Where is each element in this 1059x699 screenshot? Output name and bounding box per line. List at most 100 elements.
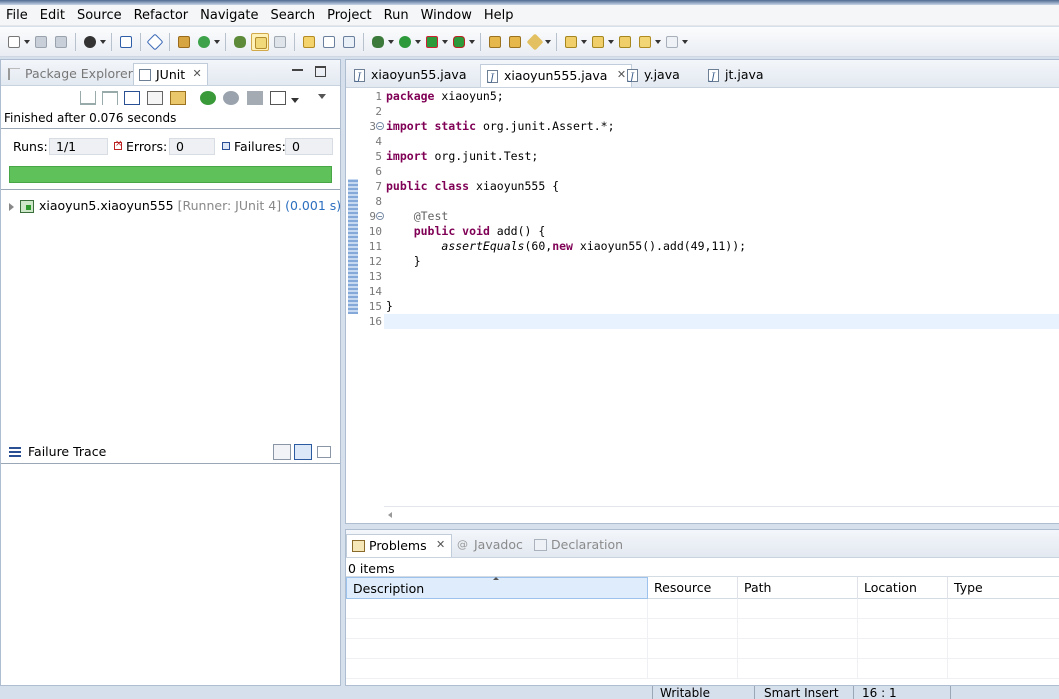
run-icon[interactable] bbox=[396, 33, 421, 51]
next-annotation-icon[interactable] bbox=[562, 33, 587, 51]
close-icon[interactable]: ✕ bbox=[192, 68, 202, 79]
problems-view: Problems ✕ @ Javadoc Declaration 0 items… bbox=[345, 529, 1059, 686]
tab-problems[interactable]: Problems ✕ bbox=[346, 534, 452, 557]
expand-arrow-icon[interactable] bbox=[9, 202, 14, 211]
paragraph-icon[interactable] bbox=[340, 33, 358, 51]
copy-trace-icon[interactable] bbox=[317, 446, 331, 458]
history-icon[interactable] bbox=[170, 91, 186, 105]
column-header-type[interactable]: Type bbox=[948, 577, 1059, 599]
tab-javadoc[interactable]: @ Javadoc bbox=[452, 534, 523, 557]
editor-tab[interactable]: y.java bbox=[621, 64, 680, 89]
code-text: (60, bbox=[524, 239, 553, 253]
next-failure-icon[interactable] bbox=[80, 91, 96, 105]
coverage-icon[interactable] bbox=[423, 33, 448, 51]
rerun-failed-icon[interactable] bbox=[223, 91, 239, 105]
declaration-icon bbox=[534, 539, 547, 551]
profile-button[interactable] bbox=[81, 33, 106, 51]
line-number: 1 bbox=[375, 90, 382, 103]
menu-run[interactable]: Run bbox=[378, 5, 415, 26]
menu-search[interactable]: Search bbox=[264, 5, 321, 26]
menu-edit[interactable]: Edit bbox=[34, 5, 71, 26]
scroll-lock-icon[interactable] bbox=[147, 91, 163, 105]
failure-icon bbox=[222, 142, 230, 150]
new-class-icon[interactable] bbox=[195, 33, 220, 51]
menu-source[interactable]: Source bbox=[71, 5, 128, 26]
code-line: import static org.junit.Assert.*; bbox=[386, 119, 1059, 134]
tab-problems-label: Problems bbox=[369, 538, 427, 553]
left-tab-bar: Package Explorer JUnit ✕ bbox=[1, 60, 340, 86]
code-annotation: @Test bbox=[413, 209, 449, 223]
test-time: (0.001 s) bbox=[285, 198, 342, 213]
menu-file[interactable]: File bbox=[0, 5, 34, 26]
java-file-icon bbox=[708, 67, 719, 89]
problems-table: Description Resource Path Location Type bbox=[346, 576, 1059, 679]
stop-icon[interactable] bbox=[247, 91, 263, 105]
show-whitespace-icon[interactable] bbox=[320, 33, 338, 51]
column-header-path[interactable]: Path bbox=[738, 577, 858, 599]
horizontal-scrollbar[interactable] bbox=[384, 506, 1059, 523]
column-header-resource[interactable]: Resource bbox=[648, 577, 738, 599]
pen-icon[interactable] bbox=[526, 33, 551, 51]
tab-declaration[interactable]: Declaration bbox=[529, 534, 623, 557]
history-dropdown-icon[interactable] bbox=[291, 98, 299, 103]
open-task-icon[interactable] bbox=[300, 33, 318, 51]
mark-occurrences-icon[interactable] bbox=[251, 32, 269, 51]
test-suite-passed-icon bbox=[20, 200, 34, 213]
test-run-history-icon[interactable] bbox=[270, 91, 286, 105]
column-header-description[interactable]: Description bbox=[346, 577, 648, 599]
previous-annotation-icon[interactable] bbox=[589, 33, 614, 51]
debug-icon[interactable] bbox=[369, 33, 394, 51]
menu-refactor[interactable]: Refactor bbox=[128, 5, 195, 26]
fold-collapse-icon[interactable] bbox=[376, 212, 384, 220]
save-button[interactable] bbox=[32, 33, 50, 51]
test-tree-item[interactable]: xiaoyun5.xiaoyun555 [Runner: JUnit 4] (0… bbox=[9, 198, 341, 216]
console-icon[interactable] bbox=[117, 33, 135, 51]
menu-help[interactable]: Help bbox=[478, 5, 520, 26]
new-wizard-button[interactable] bbox=[5, 33, 30, 51]
java-file-icon bbox=[487, 68, 498, 90]
open-type-icon[interactable] bbox=[231, 33, 249, 51]
menu-window[interactable]: Window bbox=[415, 5, 478, 26]
editor-tab[interactable]: jt.java bbox=[702, 64, 764, 89]
save-all-button[interactable] bbox=[52, 33, 70, 51]
rerun-test-icon[interactable] bbox=[200, 91, 216, 105]
back-arrow-icon[interactable] bbox=[636, 33, 661, 51]
filter-stack-icon[interactable] bbox=[294, 444, 312, 460]
previous-failure-icon[interactable] bbox=[102, 91, 118, 105]
code-area[interactable]: package xiaoyun5; import static org.juni… bbox=[384, 89, 1059, 329]
editor-tab[interactable]: xiaoyun55.java bbox=[348, 64, 467, 89]
compare-results-icon[interactable] bbox=[273, 444, 291, 460]
failure-trace-label: Failure Trace bbox=[28, 444, 107, 459]
forward-arrow-icon[interactable] bbox=[663, 33, 688, 51]
minimize-icon[interactable] bbox=[292, 66, 303, 71]
close-icon[interactable]: ✕ bbox=[436, 539, 446, 550]
open-folder-icon[interactable] bbox=[486, 33, 504, 51]
external-tools-icon[interactable] bbox=[450, 33, 475, 51]
editor-tab-bar: xiaoyun55.java xiaoyun555.java ✕ y.java … bbox=[346, 60, 1059, 90]
open-project-icon[interactable] bbox=[506, 33, 524, 51]
fold-collapse-icon[interactable] bbox=[376, 122, 384, 130]
menu-navigate[interactable]: Navigate bbox=[194, 5, 264, 26]
editor-tab-active[interactable]: xiaoyun555.java ✕ bbox=[480, 64, 633, 90]
toolbar-separator bbox=[363, 32, 364, 51]
view-menu-icon[interactable] bbox=[318, 94, 326, 99]
toolbar-separator bbox=[294, 32, 295, 51]
status-separator bbox=[853, 686, 854, 699]
javadoc-icon: @ bbox=[457, 538, 468, 551]
menu-project[interactable]: Project bbox=[321, 5, 377, 26]
maximize-icon[interactable] bbox=[315, 66, 326, 77]
tab-junit[interactable]: JUnit ✕ bbox=[133, 63, 209, 85]
code-keyword: package bbox=[386, 89, 435, 103]
show-failures-only-icon[interactable] bbox=[124, 91, 140, 105]
tab-package-explorer[interactable]: Package Explorer bbox=[3, 63, 133, 85]
tab-javadoc-label: Javadoc bbox=[474, 537, 523, 552]
new-package-icon[interactable] bbox=[175, 33, 193, 51]
table-header: Description Resource Path Location Type bbox=[346, 576, 1059, 599]
column-header-location[interactable]: Location bbox=[858, 577, 948, 599]
status-cursor-position: 16 : 1 bbox=[862, 686, 897, 699]
last-edit-icon[interactable] bbox=[616, 33, 634, 51]
code-keyword: public void bbox=[413, 224, 490, 238]
skip-breakpoints-icon[interactable] bbox=[146, 33, 164, 51]
toggle-block-icon[interactable] bbox=[271, 33, 289, 51]
